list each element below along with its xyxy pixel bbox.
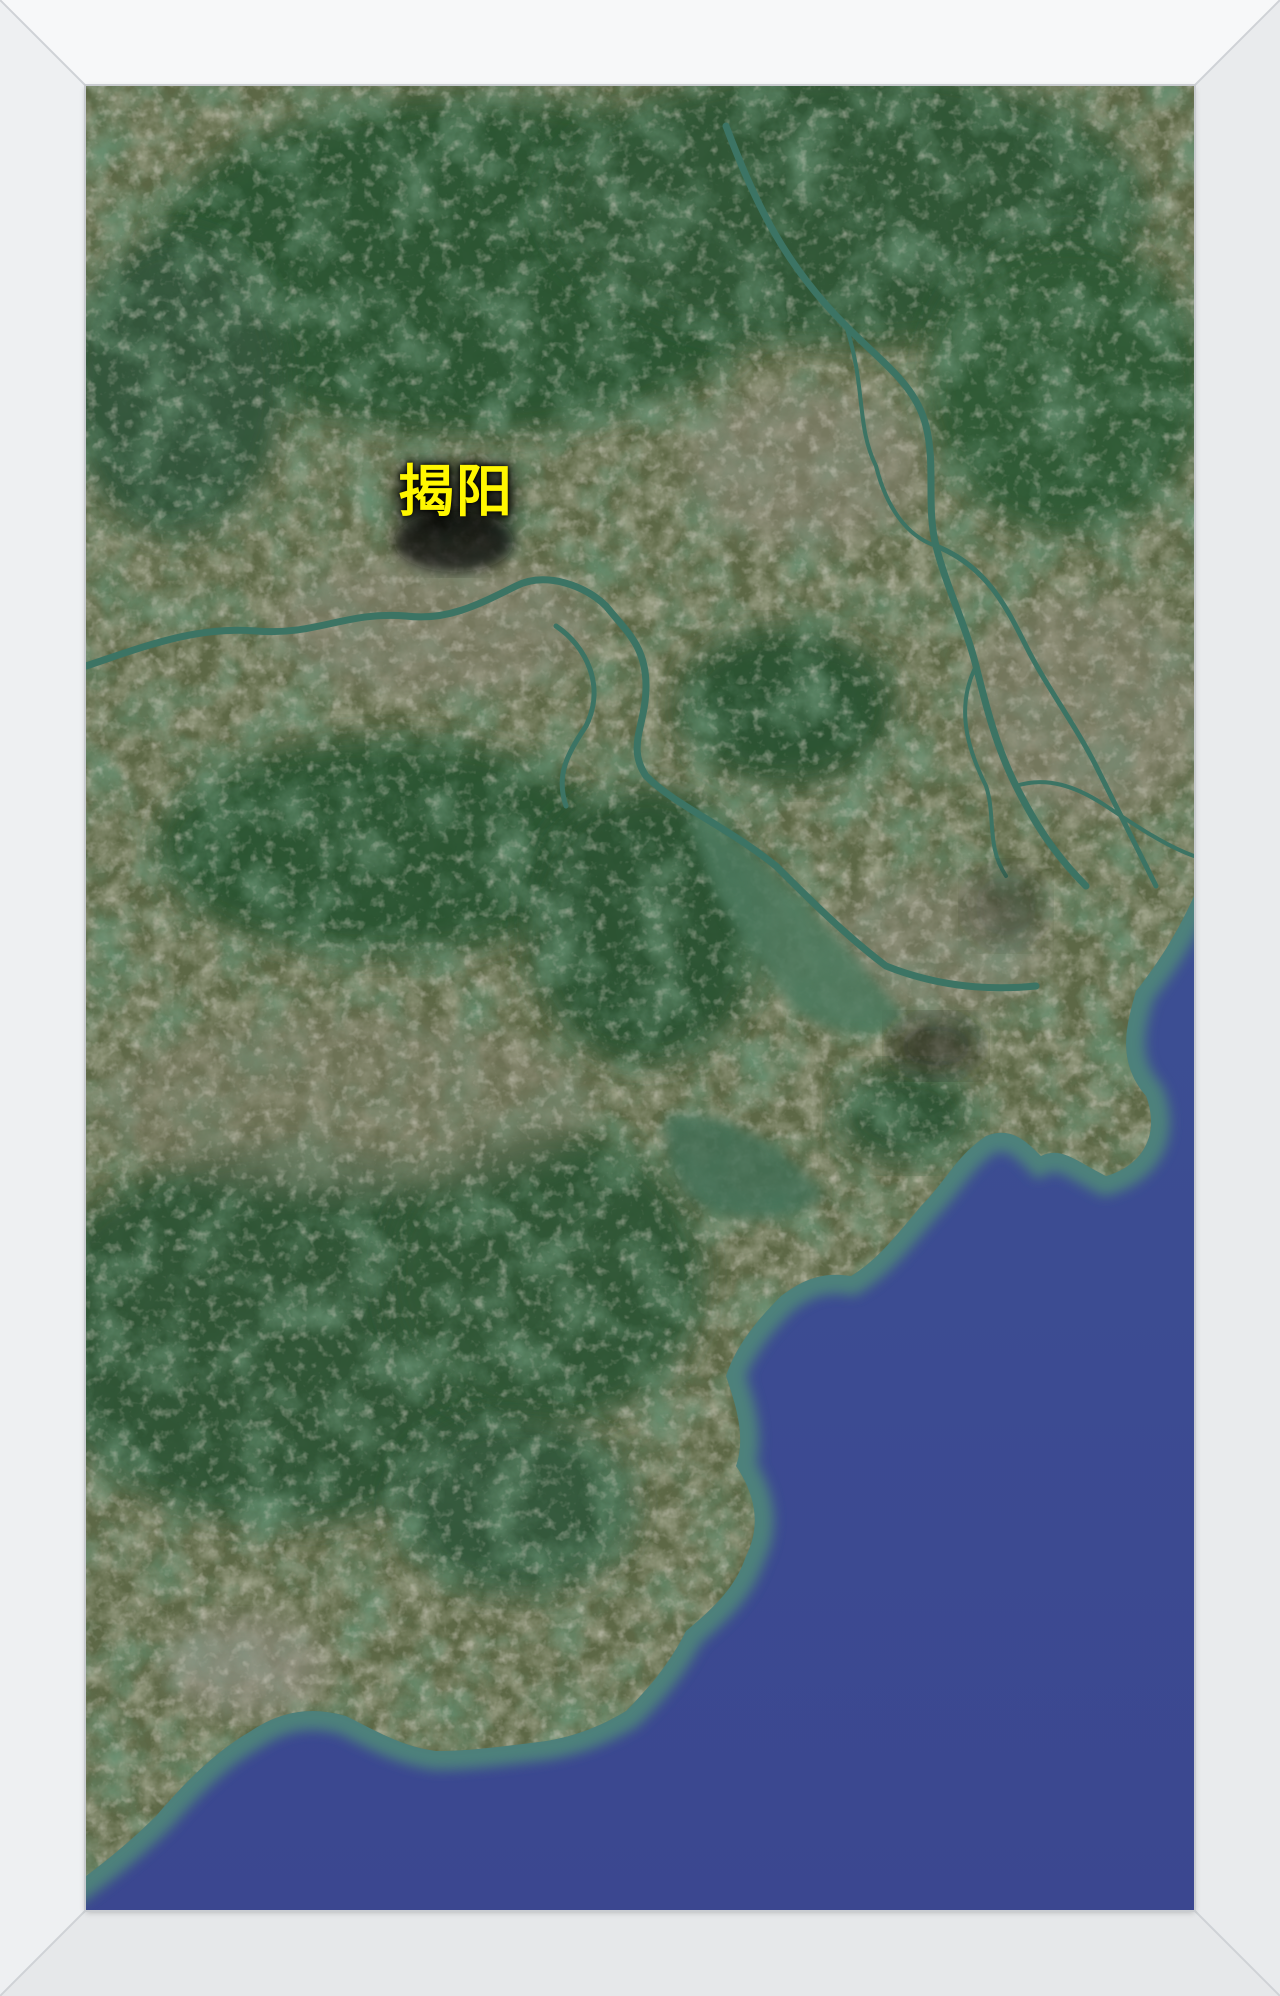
- terrain-shadow: [891, 1016, 981, 1076]
- city-label-jieyang: 揭阳: [398, 460, 514, 525]
- satellite-map: [86, 86, 1194, 1910]
- photo-page: 揭阳: [0, 0, 1280, 1996]
- map-canvas: [86, 86, 1194, 1910]
- terrain-shadow: [966, 866, 1046, 946]
